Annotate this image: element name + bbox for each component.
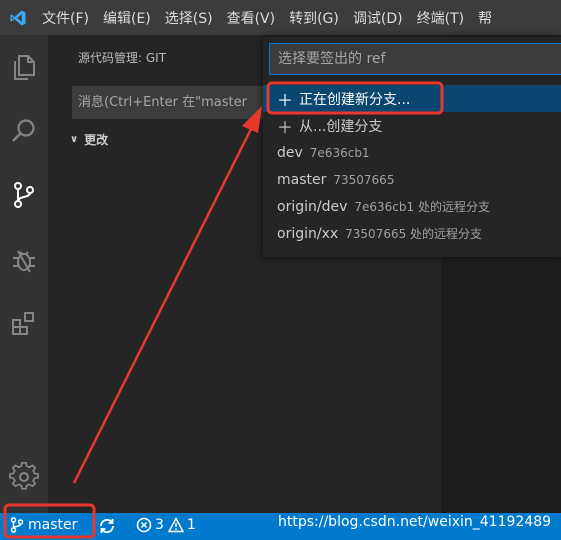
option-description: 7e636cb1 处的远程分支	[354, 200, 490, 214]
menu-bar: 文件(F) 编辑(E) 选择(S) 查看(V) 转到(G) 调试(D) 终端(T…	[0, 0, 561, 35]
panel-title: 源代码管理: GIT	[78, 51, 167, 65]
ref-option-dev[interactable]: dev 7e636cb1	[263, 139, 561, 166]
debug-icon[interactable]	[0, 236, 48, 284]
search-icon[interactable]	[0, 107, 48, 155]
menu-selection[interactable]: 选择(S)	[158, 8, 220, 28]
source-control-icon[interactable]	[0, 171, 48, 219]
menu-help[interactable]: 帮	[471, 8, 499, 28]
sync-icon[interactable]	[98, 517, 116, 539]
activity-bar	[0, 35, 48, 513]
explorer-icon[interactable]	[0, 43, 48, 91]
warning-count: 1	[186, 517, 196, 533]
option-label: master	[277, 171, 327, 188]
quick-pick-input[interactable]	[269, 43, 561, 75]
problems-status-item[interactable]: 3 1	[136, 517, 200, 533]
menu-view[interactable]: 查看(V)	[220, 8, 283, 28]
option-label: 正在创建新分支...	[299, 91, 411, 108]
error-count: 3	[155, 517, 164, 533]
option-description: 73507665	[333, 172, 395, 187]
extensions-icon[interactable]	[0, 300, 48, 348]
vscode-logo-icon	[0, 0, 35, 35]
option-description: 7e636cb1	[309, 145, 370, 160]
create-branch-from-option[interactable]: ＋ 从...创建分支	[263, 112, 561, 139]
chevron-down-icon: ∨	[70, 134, 79, 145]
option-label: 从...创建分支	[299, 118, 383, 135]
option-label: dev	[277, 144, 303, 161]
warning-icon	[167, 517, 184, 533]
menu-terminal[interactable]: 终端(T)	[410, 8, 471, 28]
changes-label: 更改	[84, 133, 109, 147]
menu-go[interactable]: 转到(G)	[282, 8, 346, 28]
option-label: origin/xx	[277, 225, 339, 242]
git-branch-icon	[10, 517, 24, 533]
plus-icon: ＋	[277, 90, 294, 110]
settings-gear-icon[interactable]	[0, 453, 48, 501]
error-icon	[136, 517, 152, 533]
menu-file[interactable]: 文件(F)	[35, 8, 96, 28]
checkout-ref-quick-pick: ＋ 正在创建新分支... ＋ 从...创建分支 dev 7e636cb1 mas…	[263, 37, 561, 257]
branch-status-item[interactable]: master	[10, 517, 77, 533]
ref-option-origin-xx[interactable]: origin/xx 73507665 处的远程分支	[263, 220, 561, 247]
menu-debug[interactable]: 调试(D)	[346, 8, 410, 28]
ref-option-origin-dev[interactable]: origin/dev 7e636cb1 处的远程分支	[263, 193, 561, 220]
changes-group-header[interactable]: ∨ 更改	[70, 131, 108, 148]
branch-name: master	[28, 517, 78, 533]
menu-edit[interactable]: 编辑(E)	[96, 8, 158, 28]
option-label: origin/dev	[277, 198, 348, 215]
ref-option-master[interactable]: master 73507665	[263, 166, 561, 193]
plus-icon: ＋	[277, 117, 294, 137]
watermark-text: https://blog.csdn.net/weixin_41192489	[278, 514, 552, 530]
option-description: 73507665 处的远程分支	[345, 227, 483, 241]
quick-pick-list: ＋ 正在创建新分支... ＋ 从...创建分支 dev 7e636cb1 mas…	[263, 85, 561, 247]
create-new-branch-option[interactable]: ＋ 正在创建新分支...	[263, 85, 561, 112]
